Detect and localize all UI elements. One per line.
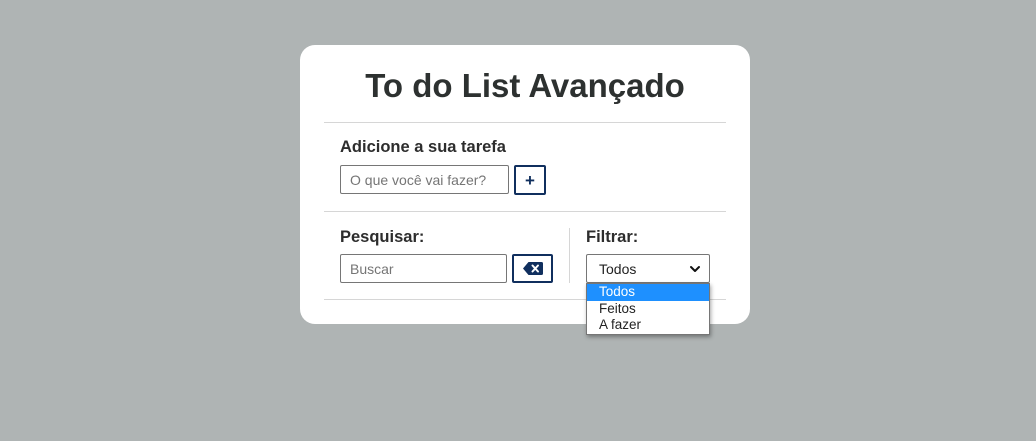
filter-dropdown-list: Todos Feitos A fazer bbox=[586, 283, 710, 335]
divider-top bbox=[324, 122, 726, 123]
task-input[interactable] bbox=[340, 165, 509, 194]
search-input[interactable] bbox=[340, 254, 507, 283]
backspace-icon bbox=[522, 262, 543, 275]
plus-icon: + bbox=[525, 170, 535, 190]
search-label: Pesquisar: bbox=[340, 228, 425, 246]
divider-middle bbox=[324, 211, 726, 212]
filter-label: Filtrar: bbox=[586, 228, 639, 246]
filter-selected-value: Todos bbox=[599, 260, 637, 277]
add-task-button[interactable]: + bbox=[514, 165, 546, 195]
filter-option-a-fazer[interactable]: A fazer bbox=[587, 317, 709, 334]
clear-search-button[interactable] bbox=[512, 254, 553, 283]
chevron-down-icon bbox=[690, 265, 700, 272]
add-task-label: Adicione a sua tarefa bbox=[340, 138, 506, 156]
filter-option-todos[interactable]: Todos bbox=[587, 284, 709, 301]
page-title: To do List Avançado bbox=[365, 67, 685, 104]
filter-select[interactable]: Todos bbox=[586, 254, 710, 283]
vertical-divider bbox=[569, 228, 570, 283]
filter-option-feitos[interactable]: Feitos bbox=[587, 301, 709, 318]
